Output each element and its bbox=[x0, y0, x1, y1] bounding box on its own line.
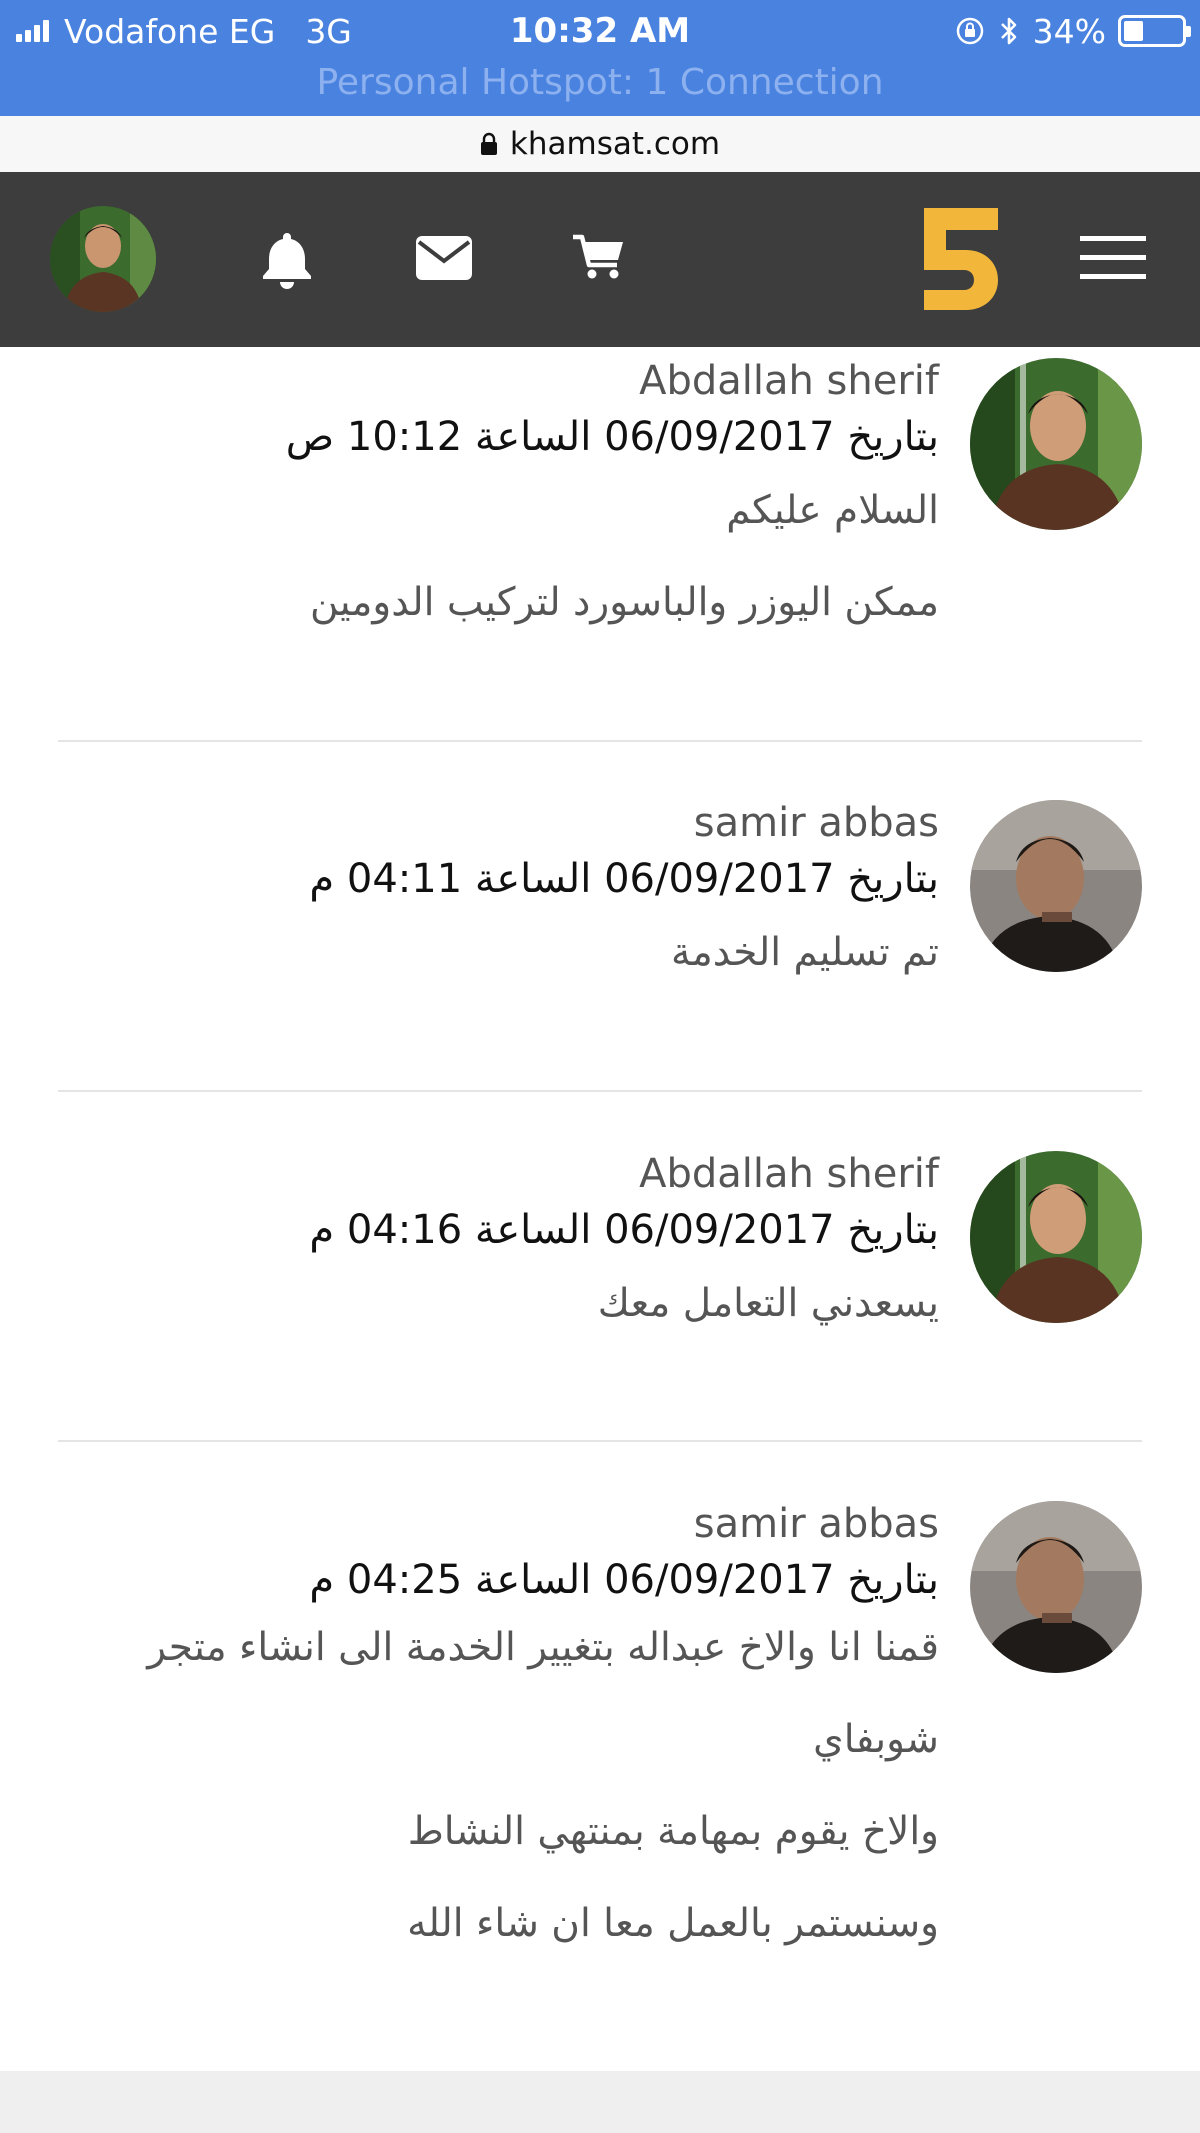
url-bar[interactable]: khamsat.com bbox=[0, 116, 1200, 172]
message-author[interactable]: samir abbas bbox=[694, 1501, 939, 1547]
bottom-strip bbox=[0, 2071, 1200, 2133]
message-author[interactable]: Abdallah sherif bbox=[639, 1151, 939, 1197]
message-item: samir abbas بتاريخ 06/09/2017 الساعة 04:… bbox=[58, 1501, 1142, 2001]
avatar[interactable] bbox=[970, 800, 1142, 972]
message-line: قمنا انا والاخ عبداله بتغيير الخدمة الى … bbox=[147, 1625, 939, 1670]
status-bar: Vodafone EG 3G 10:32 AM 34% Personal Hot… bbox=[0, 0, 1200, 116]
message-line: يسعدني التعامل معك bbox=[597, 1281, 939, 1326]
menu-icon[interactable] bbox=[1080, 232, 1146, 284]
message-date: بتاريخ 06/09/2017 الساعة 04:16 م bbox=[309, 1207, 939, 1253]
lock-icon bbox=[480, 132, 498, 156]
message-line: شوبفاي bbox=[813, 1717, 939, 1762]
site-header bbox=[0, 172, 1200, 347]
mail-icon[interactable] bbox=[414, 232, 474, 284]
battery-level bbox=[1124, 21, 1144, 41]
rotation-lock-icon bbox=[955, 16, 985, 46]
url-domain[interactable]: khamsat.com bbox=[510, 126, 720, 162]
message-line: ممكن اليوزر والباسورد لتركيب الدومين bbox=[310, 580, 939, 625]
message-line: وسنستمر بالعمل معا ان شاء الله bbox=[407, 1901, 939, 1946]
message-item: Abdallah sherif بتاريخ 06/09/2017 الساعة… bbox=[58, 1151, 1142, 1401]
divider bbox=[58, 1440, 1142, 1442]
hotspot-banner[interactable]: Personal Hotspot: 1 Connection bbox=[0, 62, 1200, 103]
bluetooth-icon bbox=[999, 15, 1019, 47]
avatar[interactable] bbox=[50, 206, 156, 312]
battery-percent: 34% bbox=[1032, 11, 1106, 51]
avatar[interactable] bbox=[970, 1501, 1142, 1673]
message-date: بتاريخ 06/09/2017 الساعة 04:25 م bbox=[309, 1557, 939, 1603]
avatar[interactable] bbox=[970, 358, 1142, 530]
message-item: samir abbas بتاريخ 06/09/2017 الساعة 04:… bbox=[58, 800, 1142, 1050]
battery-icon bbox=[1118, 15, 1191, 47]
khamsat-logo[interactable] bbox=[920, 204, 1000, 312]
divider bbox=[58, 1090, 1142, 1092]
message-item: Abdallah sherif بتاريخ 06/09/2017 الساعة… bbox=[58, 358, 1142, 718]
status-right: 34% bbox=[955, 10, 1191, 52]
divider bbox=[58, 740, 1142, 742]
message-date: بتاريخ 06/09/2017 الساعة 10:12 ص bbox=[285, 414, 939, 460]
bell-icon[interactable] bbox=[258, 228, 316, 290]
message-author[interactable]: Abdallah sherif bbox=[639, 358, 939, 404]
message-author[interactable]: samir abbas bbox=[694, 800, 939, 846]
message-line: السلام عليكم bbox=[726, 488, 939, 533]
message-date: بتاريخ 06/09/2017 الساعة 04:11 م bbox=[309, 856, 939, 902]
avatar[interactable] bbox=[970, 1151, 1142, 1323]
cart-icon[interactable] bbox=[570, 230, 626, 282]
message-line: تم تسليم الخدمة bbox=[670, 930, 939, 975]
message-line: والاخ يقوم بمهامة بمنتهي النشاط bbox=[407, 1809, 939, 1854]
